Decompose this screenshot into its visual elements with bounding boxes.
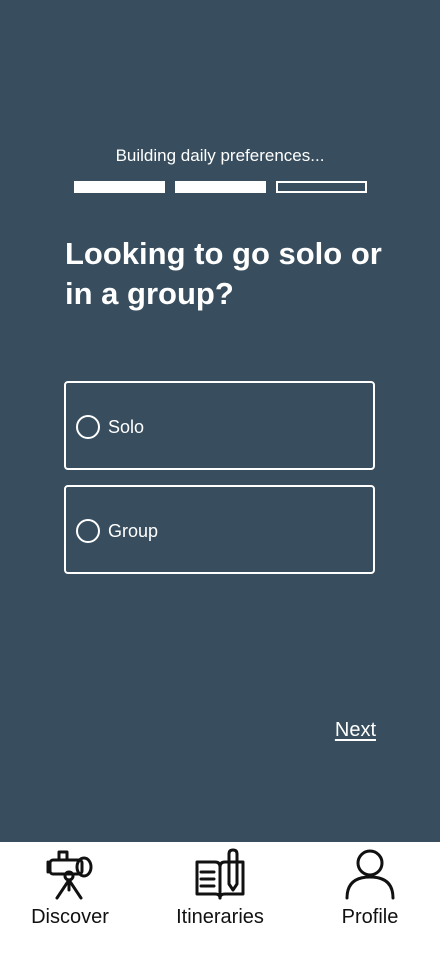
radio-circle-icon[interactable]	[76, 519, 100, 543]
progress-indicator	[74, 181, 367, 193]
progress-segment-2	[175, 181, 266, 193]
next-link[interactable]: Next	[335, 719, 376, 742]
nav-label-itineraries: Itineraries	[176, 906, 264, 928]
nav-label-profile: Profile	[341, 906, 399, 928]
nav-item-profile[interactable]: Profile	[297, 842, 440, 942]
option-solo[interactable]: Solo	[64, 381, 375, 470]
progress-segment-3	[276, 181, 367, 193]
progress-segment-1	[74, 181, 165, 193]
option-label: Group	[108, 521, 159, 541]
app-screen: Building daily preferences... Looking to…	[0, 0, 440, 956]
nav-label-discover: Discover	[31, 906, 109, 928]
question-heading: Looking to go solo or in a group?	[65, 236, 382, 311]
progress-status-text: Building daily preferences...	[115, 146, 325, 165]
bottom-nav: Discover Itineraries Profile	[0, 842, 440, 956]
option-group[interactable]: Group	[64, 485, 375, 574]
option-label: Solo	[108, 417, 145, 437]
nav-item-discover[interactable]: Discover	[0, 842, 143, 942]
nav-item-itineraries[interactable]: Itineraries	[147, 842, 293, 942]
main-panel: Building daily preferences... Looking to…	[0, 0, 440, 842]
radio-circle-icon[interactable]	[76, 415, 100, 439]
